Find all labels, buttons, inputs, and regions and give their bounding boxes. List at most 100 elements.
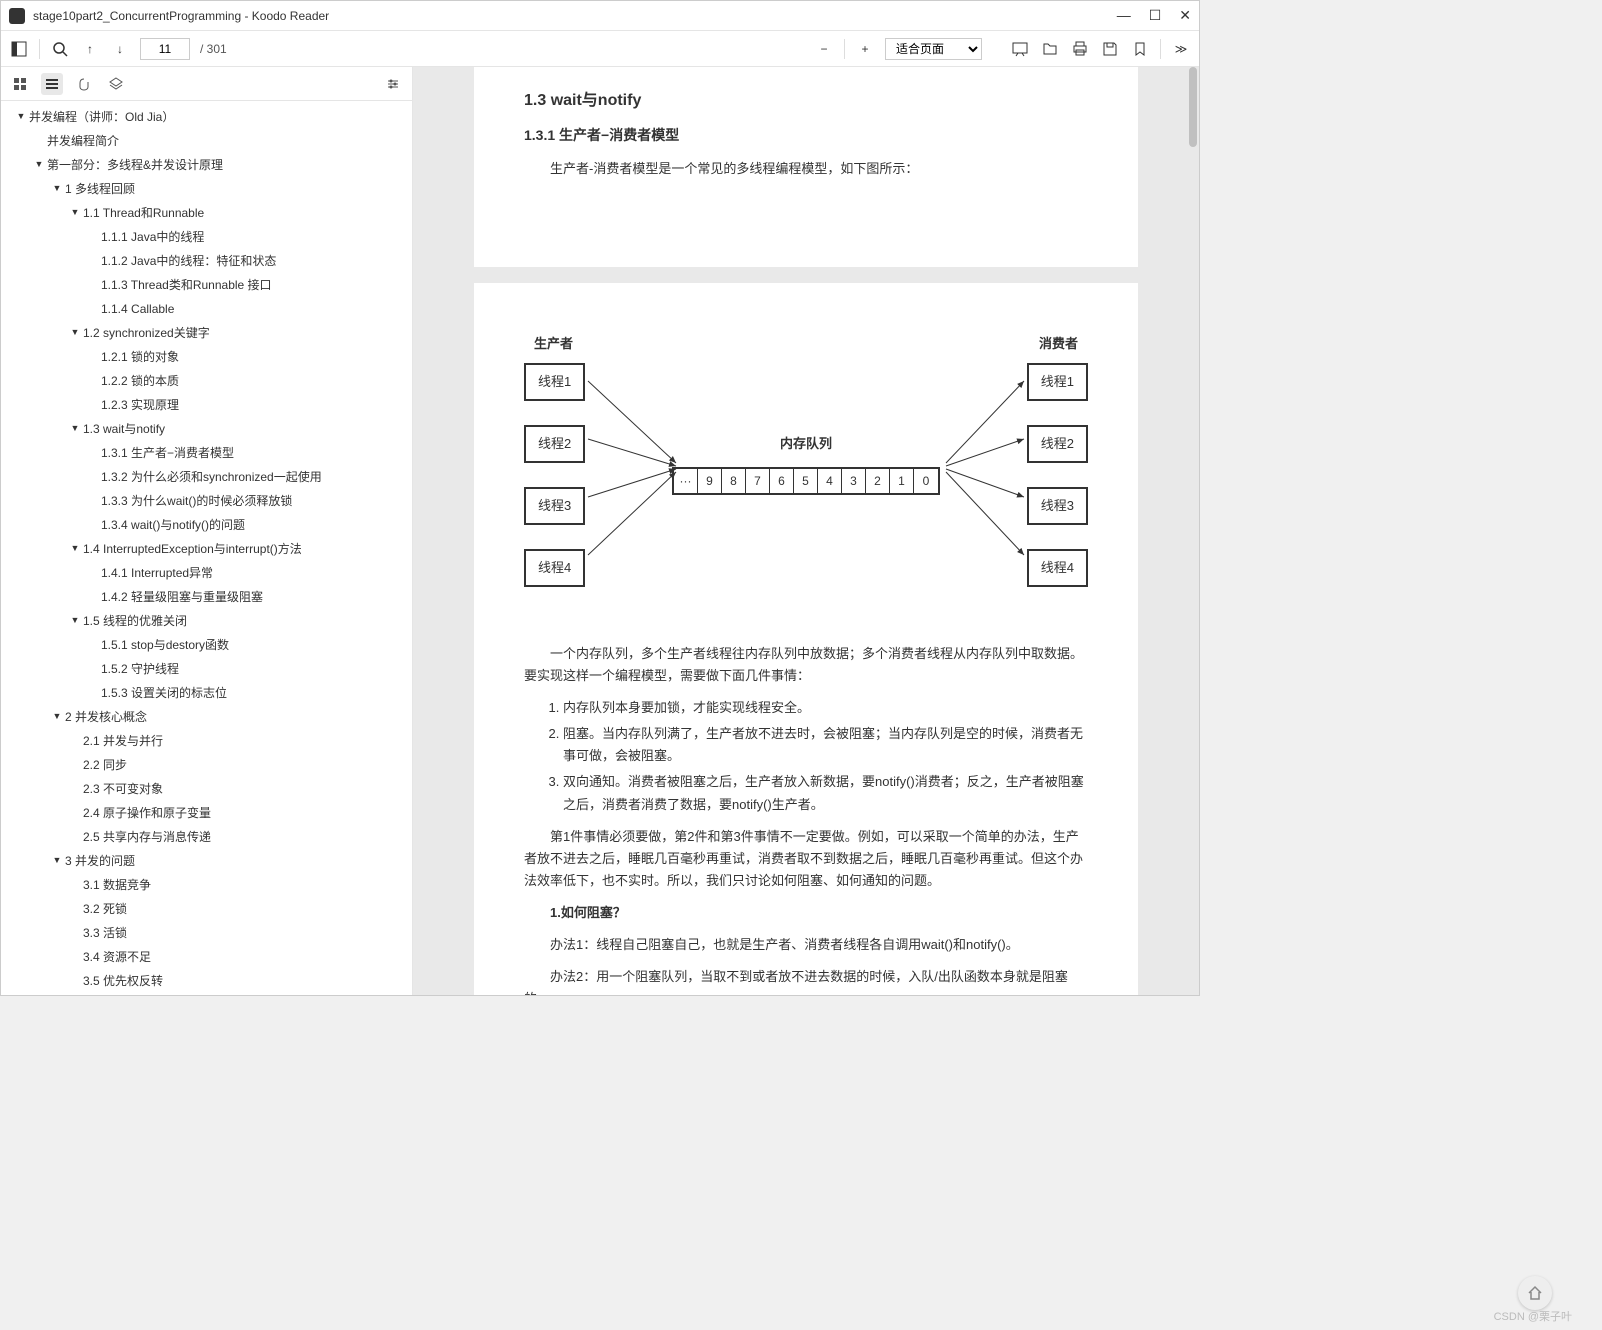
presentation-icon[interactable] xyxy=(1010,39,1030,59)
memory-queue: ···9876543210 xyxy=(672,467,940,495)
toc-item[interactable]: 1.1.4 Callable xyxy=(1,297,412,321)
toc-item[interactable]: 1.3.4 wait()与notify()的问题 xyxy=(1,513,412,537)
toc-item[interactable]: 2.5 共享内存与消息传递 xyxy=(1,825,412,849)
toc-item[interactable]: 1.2.2 锁的本质 xyxy=(1,369,412,393)
queue-cell: 7 xyxy=(746,469,770,493)
thread-box: 线程4 xyxy=(524,549,585,587)
list-item: 阻塞。当内存队列满了，生产者放不进去时，会被阻塞；当内存队列是空的时候，消费者无… xyxy=(563,723,1088,767)
zoom-out-button[interactable]: − xyxy=(814,39,834,59)
attachments-tab[interactable] xyxy=(73,73,95,95)
page-total-label: / 301 xyxy=(200,42,227,56)
toc-label: 并发编程简介 xyxy=(47,132,119,150)
thread-box: 线程1 xyxy=(1027,363,1088,401)
toc-item[interactable]: 2.2 同步 xyxy=(1,753,412,777)
home-fab-button[interactable] xyxy=(1518,1276,1552,1310)
toc-item[interactable]: ▼1 多线程回顾 xyxy=(1,177,412,201)
toc-item[interactable]: ▼2 并发核心概念 xyxy=(1,705,412,729)
toc-item[interactable]: ▼1.4 InterruptedException与interrupt()方法 xyxy=(1,537,412,561)
toc-item[interactable]: 1.5.3 设置关闭的标志位 xyxy=(1,681,412,705)
toc-item[interactable]: 2.4 原子操作和原子变量 xyxy=(1,801,412,825)
toc-label: 3.2 死锁 xyxy=(83,900,127,918)
toc-item[interactable]: 3.3 活锁 xyxy=(1,921,412,945)
toc-root[interactable]: ▼并发编程（讲师：Old Jia） xyxy=(1,105,412,129)
toc-label: 3.1 数据竞争 xyxy=(83,876,151,894)
print-icon[interactable] xyxy=(1070,39,1090,59)
minimize-button[interactable]: — xyxy=(1117,7,1131,24)
zoom-in-button[interactable]: + xyxy=(855,39,875,59)
toc-item[interactable]: 3.4 资源不足 xyxy=(1,945,412,969)
toc-item[interactable]: 1.5.1 stop与destory函数 xyxy=(1,633,412,657)
queue-cell: 5 xyxy=(794,469,818,493)
outline-tab[interactable] xyxy=(41,73,63,95)
toc-item[interactable]: 2.1 并发与并行 xyxy=(1,729,412,753)
toc-item[interactable]: 1.1.3 Thread类和Runnable 接口 xyxy=(1,273,412,297)
queue-cell: 1 xyxy=(890,469,914,493)
toc-item[interactable]: 1.3.3 为什么wait()的时候必须释放锁 xyxy=(1,489,412,513)
toc-label: 3 并发的问题 xyxy=(65,852,135,870)
layers-tab[interactable] xyxy=(105,73,127,95)
toc-item[interactable]: 1.4.1 Interrupted异常 xyxy=(1,561,412,585)
toc-label: 2 并发核心概念 xyxy=(65,708,147,726)
document-page: 1.3 wait与notify 1.3.1 生产者−消费者模型 生产者-消费者模… xyxy=(474,67,1138,267)
sidebar-toggle-button[interactable] xyxy=(9,39,29,59)
toc-item[interactable]: 1.3.1 生产者−消费者模型 xyxy=(1,441,412,465)
toc-item[interactable]: 3.2 死锁 xyxy=(1,897,412,921)
sidebar-settings-icon[interactable] xyxy=(382,73,404,95)
save-icon[interactable] xyxy=(1100,39,1120,59)
bookmark-icon[interactable] xyxy=(1130,39,1150,59)
toc-label: 1.5.3 设置关闭的标志位 xyxy=(101,684,227,702)
toc-label: 1.2.1 锁的对象 xyxy=(101,348,179,366)
toc-label: 1.1.2 Java中的线程：特征和状态 xyxy=(101,252,276,270)
toc-label: 第一部分：多线程&并发设计原理 xyxy=(47,156,223,174)
queue-cell: 0 xyxy=(914,469,938,493)
thumbnails-tab[interactable] xyxy=(9,73,31,95)
toc-item[interactable]: 3.5 优先权反转 xyxy=(1,969,412,993)
page-number-input[interactable] xyxy=(140,38,190,60)
scrollbar-thumb[interactable] xyxy=(1189,67,1197,147)
toc-item[interactable]: ▼4 JMM内存模型 xyxy=(1,993,412,995)
toc-label: 1.3 wait与notify xyxy=(83,420,165,438)
close-button[interactable]: ✕ xyxy=(1179,7,1191,24)
toc-item[interactable]: ▼1.3 wait与notify xyxy=(1,417,412,441)
queue-cell: ··· xyxy=(674,469,698,493)
paragraph: 一个内存队列，多个生产者线程往内存队列中放数据；多个消费者线程从内存队列中取数据… xyxy=(524,643,1088,687)
open-file-icon[interactable] xyxy=(1040,39,1060,59)
toc-item[interactable]: 并发编程简介 xyxy=(1,129,412,153)
toc-item[interactable]: 2.3 不可变对象 xyxy=(1,777,412,801)
toc-label: 1.4.1 Interrupted异常 xyxy=(101,564,213,582)
queue-cell: 3 xyxy=(842,469,866,493)
list-item: 内存队列本身要加锁，才能实现线程安全。 xyxy=(563,697,1088,719)
toc-item[interactable]: 1.1.1 Java中的线程 xyxy=(1,225,412,249)
toc-item[interactable]: ▼第一部分：多线程&并发设计原理 xyxy=(1,153,412,177)
toc-item[interactable]: 1.2.1 锁的对象 xyxy=(1,345,412,369)
toc-item[interactable]: 3.1 数据竞争 xyxy=(1,873,412,897)
toc-item[interactable]: ▼1.1 Thread和Runnable xyxy=(1,201,412,225)
toc-label: 1.3.2 为什么必须和synchronized一起使用 xyxy=(101,468,322,486)
outline-tree: ▼并发编程（讲师：Old Jia） 并发编程简介 ▼第一部分：多线程&并发设计原理… xyxy=(1,101,412,995)
sidebar: ▼并发编程（讲师：Old Jia） 并发编程简介 ▼第一部分：多线程&并发设计原理… xyxy=(1,67,413,995)
toc-item[interactable]: ▼3 并发的问题 xyxy=(1,849,412,873)
toc-item[interactable]: 1.2.3 实现原理 xyxy=(1,393,412,417)
app-icon xyxy=(9,8,25,24)
thread-box: 线程3 xyxy=(1027,487,1088,525)
toc-item[interactable]: 1.4.2 轻量级阻塞与重量级阻塞 xyxy=(1,585,412,609)
search-icon[interactable] xyxy=(50,39,70,59)
prev-page-button[interactable]: ↑ xyxy=(80,39,100,59)
next-page-button[interactable]: ↓ xyxy=(110,39,130,59)
more-tools-button[interactable]: ≫ xyxy=(1171,39,1191,59)
subsection-heading: 1.3.1 生产者−消费者模型 xyxy=(524,124,1088,148)
toc-item[interactable]: 1.5.2 守护线程 xyxy=(1,657,412,681)
maximize-button[interactable]: ☐ xyxy=(1149,7,1162,24)
toc-item[interactable]: ▼1.5 线程的优雅关闭 xyxy=(1,609,412,633)
toc-item[interactable]: 1.1.2 Java中的线程：特征和状态 xyxy=(1,249,412,273)
toc-label: 1.2.2 锁的本质 xyxy=(101,372,179,390)
toc-item[interactable]: 1.3.2 为什么必须和synchronized一起使用 xyxy=(1,465,412,489)
toc-label: 3.3 活锁 xyxy=(83,924,127,942)
toc-item[interactable]: ▼1.2 synchronized关键字 xyxy=(1,321,412,345)
zoom-select[interactable]: 适合页面 xyxy=(885,38,982,60)
toc-label: 1.2 synchronized关键字 xyxy=(83,324,210,342)
toc-label: 2.1 并发与并行 xyxy=(83,732,163,750)
toc-label: 1.3.3 为什么wait()的时候必须释放锁 xyxy=(101,492,292,510)
queue-cell: 4 xyxy=(818,469,842,493)
content-area[interactable]: 1.3 wait与notify 1.3.1 生产者−消费者模型 生产者-消费者模… xyxy=(413,67,1199,995)
